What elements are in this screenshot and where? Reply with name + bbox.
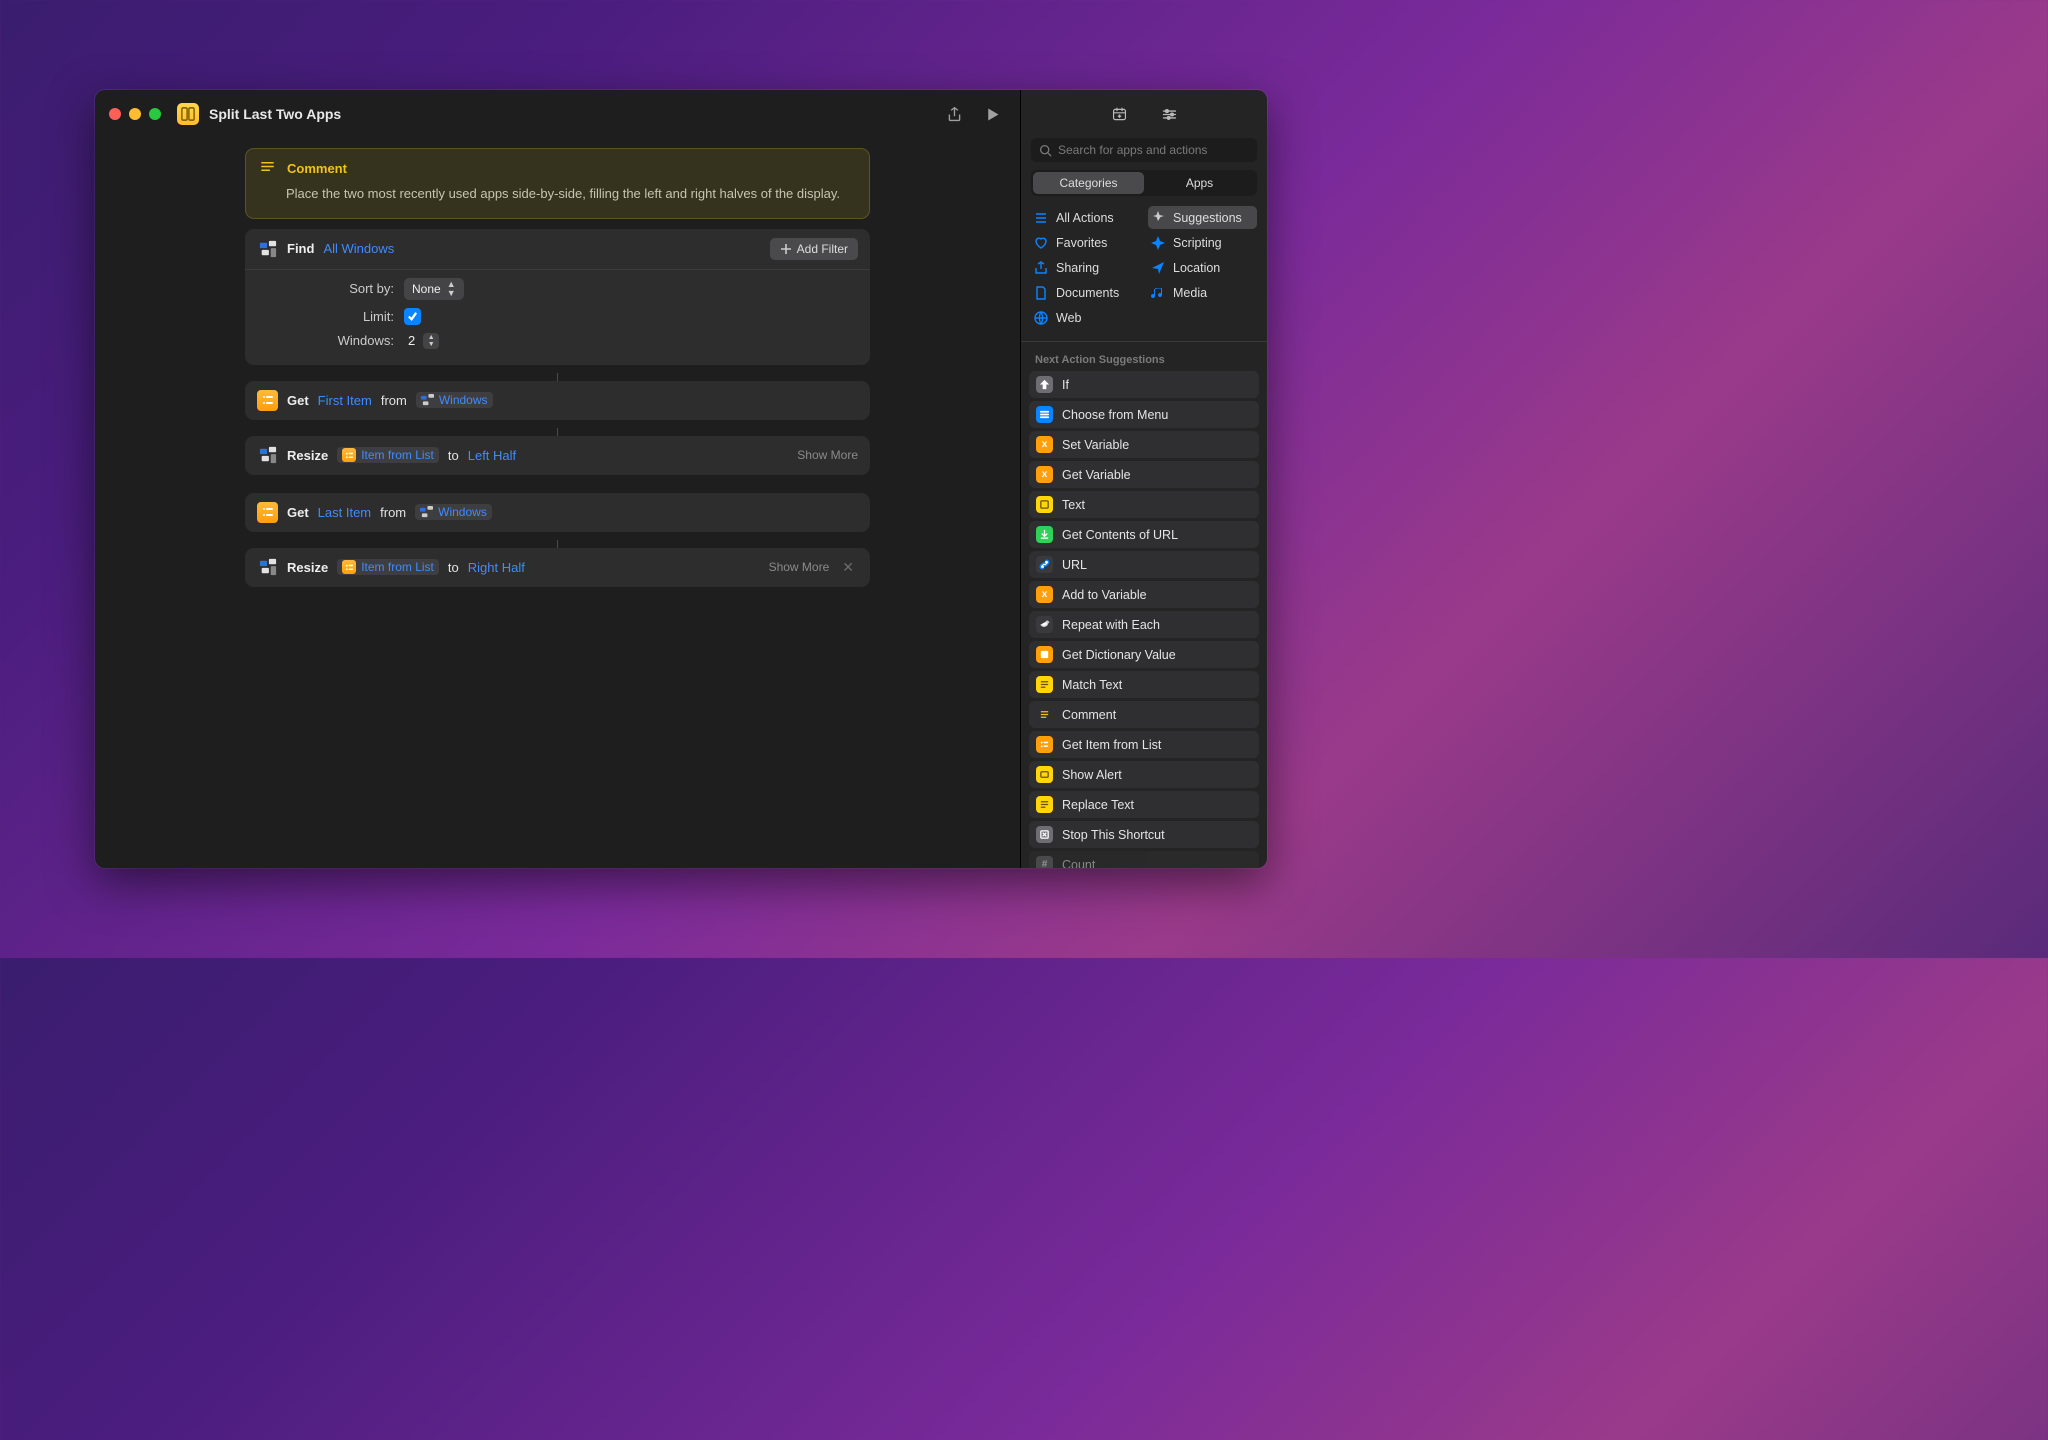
windows-variable-pill[interactable]: Windows — [415, 504, 492, 520]
limit-checkbox[interactable] — [404, 308, 421, 325]
category-all-actions[interactable]: All Actions — [1031, 206, 1140, 229]
category-web[interactable]: Web — [1031, 306, 1140, 329]
resize-position-token[interactable]: Left Half — [468, 448, 516, 463]
list-action-icon — [257, 390, 278, 411]
limit-label: Limit: — [259, 309, 394, 324]
windows-app-icon — [257, 445, 278, 466]
find-windows-block[interactable]: Find All Windows Add Filter Sort by: Non… — [245, 229, 870, 365]
category-scripting[interactable]: Scripting — [1148, 231, 1257, 254]
app-window: Split Last Two Apps Comment Place the tw… — [95, 90, 1267, 868]
suggestion-item[interactable]: Show Alert — [1029, 761, 1259, 788]
windows-count-stepper[interactable]: ▲▼ — [423, 333, 439, 349]
comment-block[interactable]: Comment Place the two most recently used… — [245, 148, 870, 219]
zoom-window-button[interactable] — [149, 108, 161, 120]
library-segmented-control[interactable]: Categories Apps — [1031, 170, 1257, 196]
get-last-item-block[interactable]: Get Last Item from Windows — [245, 493, 870, 532]
suggestion-item[interactable]: URL — [1029, 551, 1259, 578]
suggestion-item[interactable]: xAdd to Variable — [1029, 581, 1259, 608]
suggestion-item[interactable]: Choose from Menu — [1029, 401, 1259, 428]
workflow-editor: Comment Place the two most recently used… — [95, 138, 1020, 868]
get-first-item-block[interactable]: Get First Item from Windows — [245, 381, 870, 420]
minimize-window-button[interactable] — [129, 108, 141, 120]
suggestion-item[interactable]: Comment — [1029, 701, 1259, 728]
suggestion-item[interactable]: Get Item from List — [1029, 731, 1259, 758]
suggestion-item[interactable]: Get Contents of URL — [1029, 521, 1259, 548]
suggestion-item[interactable]: #Count — [1029, 851, 1259, 868]
suggestion-item[interactable]: If — [1029, 371, 1259, 398]
windows-app-icon — [257, 238, 278, 259]
category-suggestions[interactable]: Suggestions — [1148, 206, 1257, 229]
category-documents[interactable]: Documents — [1031, 281, 1140, 304]
titlebar: Split Last Two Apps — [95, 90, 1020, 138]
categories-tab[interactable]: Categories — [1033, 172, 1144, 194]
comment-icon — [260, 159, 275, 177]
resize-position-token[interactable]: Right Half — [468, 560, 525, 575]
run-button[interactable] — [978, 100, 1006, 128]
windows-app-icon — [257, 557, 278, 578]
find-keyword: Find — [287, 241, 314, 256]
category-sharing[interactable]: Sharing — [1031, 256, 1140, 279]
windows-count-value[interactable]: 2 — [404, 333, 419, 348]
suggestion-item[interactable]: Replace Text — [1029, 791, 1259, 818]
suggestions-list: If Choose from Menu xSet Variable xGet V… — [1021, 371, 1267, 868]
item-from-list-variable-pill[interactable]: Item from List — [337, 447, 439, 463]
resize-left-block[interactable]: Resize Item from List to Left Half Show … — [245, 436, 870, 475]
search-field[interactable] — [1058, 143, 1249, 157]
category-favorites[interactable]: Favorites — [1031, 231, 1140, 254]
library-toggle-button[interactable] — [1105, 100, 1133, 128]
suggestions-heading: Next Action Suggestions — [1021, 346, 1267, 371]
show-more-button[interactable]: Show More — [797, 448, 858, 462]
resize-right-block[interactable]: Resize Item from List to Right Half Show… — [245, 548, 870, 587]
category-media[interactable]: Media — [1148, 281, 1257, 304]
show-more-button[interactable]: Show More — [769, 560, 830, 574]
search-input[interactable] — [1031, 138, 1257, 162]
comment-label: Comment — [287, 161, 347, 176]
suggestion-item[interactable]: xSet Variable — [1029, 431, 1259, 458]
close-window-button[interactable] — [109, 108, 121, 120]
share-button[interactable] — [940, 100, 968, 128]
list-action-icon — [257, 502, 278, 523]
windows-variable-pill[interactable]: Windows — [416, 392, 493, 408]
close-action-button[interactable]: ✕ — [838, 559, 858, 576]
suggestion-item[interactable]: Stop This Shortcut — [1029, 821, 1259, 848]
find-target-token[interactable]: All Windows — [323, 241, 394, 256]
window-title: Split Last Two Apps — [209, 106, 341, 122]
shortcut-icon — [177, 103, 199, 125]
windows-count-label: Windows: — [259, 333, 394, 348]
comment-body[interactable]: Place the two most recently used apps si… — [246, 181, 869, 218]
traffic-lights — [109, 108, 161, 120]
sort-by-select[interactable]: None ▲▼ — [404, 278, 464, 300]
item-from-list-variable-pill[interactable]: Item from List — [337, 559, 439, 575]
apps-tab[interactable]: Apps — [1144, 172, 1255, 194]
category-location[interactable]: Location — [1148, 256, 1257, 279]
add-filter-button[interactable]: Add Filter — [770, 238, 858, 260]
sort-by-label: Sort by: — [259, 281, 394, 296]
settings-button[interactable] — [1155, 100, 1183, 128]
library-sidebar: Categories Apps All Actions Suggestions … — [1020, 90, 1267, 868]
suggestion-item[interactable]: Repeat with Each — [1029, 611, 1259, 638]
suggestion-item[interactable]: xGet Variable — [1029, 461, 1259, 488]
suggestion-item[interactable]: Text — [1029, 491, 1259, 518]
get-last-item-token[interactable]: Last Item — [318, 505, 371, 520]
suggestion-item[interactable]: Match Text — [1029, 671, 1259, 698]
suggestion-item[interactable]: Get Dictionary Value — [1029, 641, 1259, 668]
get-first-item-token[interactable]: First Item — [318, 393, 372, 408]
